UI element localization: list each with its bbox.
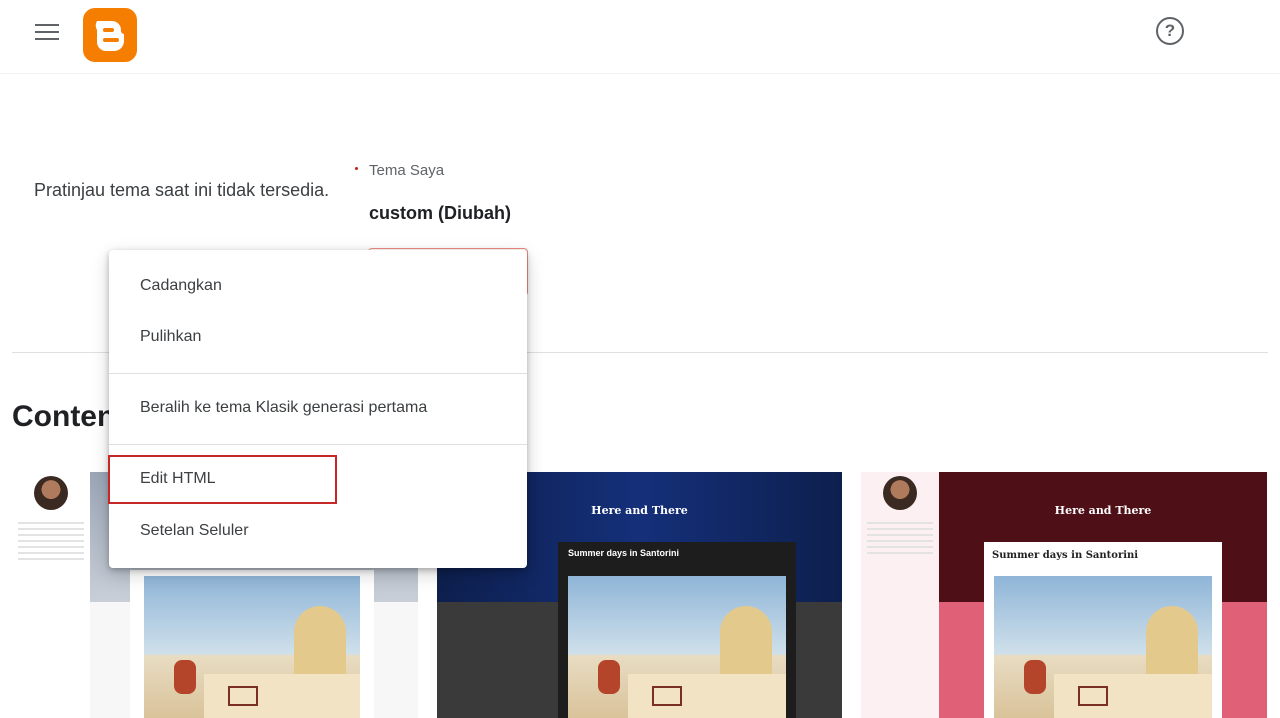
blogger-logo[interactable] xyxy=(83,8,137,62)
sidebar-text-lines xyxy=(12,518,90,564)
menu-divider xyxy=(109,373,527,374)
avatar xyxy=(34,476,68,510)
menu-item-mobile-settings[interactable]: Setelan Seluler xyxy=(109,506,527,556)
indicator-dot xyxy=(355,167,358,170)
avatar xyxy=(883,476,917,510)
card-sidebar xyxy=(861,472,939,718)
menu-item-restore[interactable]: Pulihkan xyxy=(109,312,527,362)
menu-divider xyxy=(109,444,527,445)
card-header-title: Here and There xyxy=(1054,504,1152,517)
theme-actions-menu: Cadangkan Pulihkan Beralih ke tema Klasi… xyxy=(109,250,527,568)
current-theme-name: custom (Diubah) xyxy=(369,203,511,223)
help-icon[interactable]: ? xyxy=(1156,17,1184,45)
theme-card-emporio[interactable]: Here and There Summer days in Santorini xyxy=(861,472,1267,718)
santorini-photo xyxy=(568,576,786,718)
sidebar-text-lines xyxy=(861,518,939,558)
edit-html-highlight xyxy=(108,455,337,504)
card-post-title: Summer days in Santorini xyxy=(992,550,1139,561)
hamburger-menu-icon[interactable] xyxy=(34,22,60,42)
santorini-photo xyxy=(994,576,1212,718)
card-post-title: Summer days in Santorini xyxy=(568,548,680,558)
menu-item-switch-classic[interactable]: Beralih ke tema Klasik generasi pertama xyxy=(109,383,527,433)
menu-item-backup[interactable]: Cadangkan xyxy=(109,261,527,311)
card-sidebar xyxy=(12,472,90,718)
preview-unavailable-text: Pratinjau tema saat ini tidak tersedia. xyxy=(34,180,330,200)
card-post-preview xyxy=(130,570,374,718)
top-app-bar: ? xyxy=(0,0,1280,74)
card-post-preview: Summer days in Santorini xyxy=(558,542,796,718)
section-title: Conten xyxy=(12,400,116,433)
santorini-photo xyxy=(144,576,360,718)
card-post-preview: Summer days in Santorini xyxy=(984,542,1222,718)
my-theme-label: Tema Saya xyxy=(369,162,445,179)
